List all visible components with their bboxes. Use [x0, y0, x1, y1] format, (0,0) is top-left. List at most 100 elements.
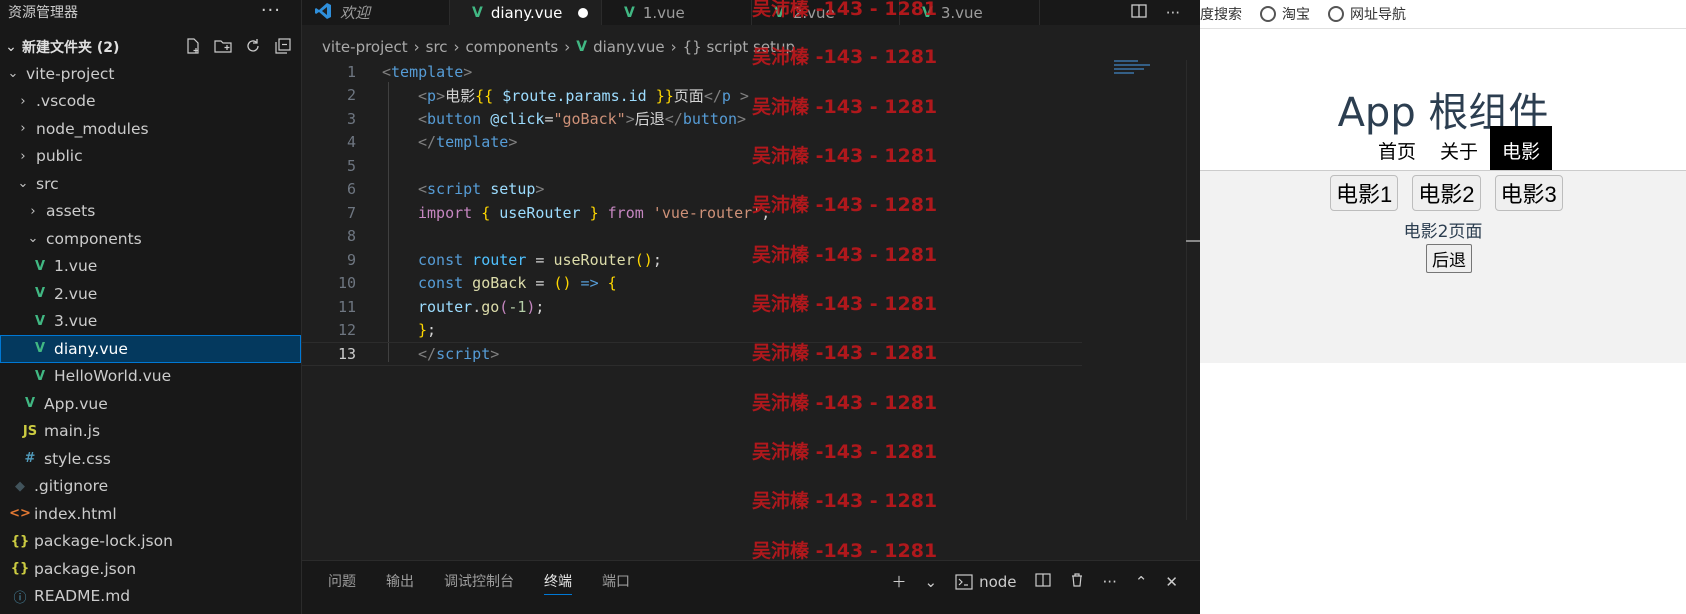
split-terminal-icon[interactable]	[1034, 572, 1051, 592]
tree-item-readme[interactable]: ⓘ README.md	[0, 583, 301, 611]
terminal-selector[interactable]: node	[955, 573, 1017, 591]
code-line: 11 router.go(-1);	[302, 295, 1082, 319]
code-line: 1 <template>	[302, 60, 1082, 84]
editor-scrollbar[interactable]	[1186, 60, 1200, 520]
vue-file-icon: V	[922, 4, 933, 21]
tab-3-vue[interactable]: V 3.vue	[900, 0, 1040, 25]
vue-file-icon: V	[34, 286, 46, 302]
tree-item-diany-vue[interactable]: V diany.vue	[0, 335, 301, 363]
breadcrumb-components[interactable]: components	[466, 38, 559, 56]
tree-item-assets[interactable]: › assets	[0, 198, 301, 226]
tree-item-public[interactable]: › public	[0, 143, 301, 171]
chevron-down-icon[interactable]: ⌄	[925, 573, 938, 591]
panel-tab-terminal[interactable]: 终端	[544, 571, 572, 595]
movie-2-button[interactable]: 电影2	[1412, 175, 1481, 211]
breadcrumb-file[interactable]: diany.vue	[593, 38, 665, 56]
close-icon[interactable]: ✕	[1165, 573, 1178, 591]
tree-item-package-json[interactable]: {} package.json	[0, 555, 301, 583]
bookmark-nav[interactable]: 网址导航	[1328, 4, 1406, 24]
more-actions-icon[interactable]: ···	[1103, 573, 1117, 591]
panel-tab-debug-console[interactable]: 调试控制台	[444, 571, 514, 595]
breadcrumb-project[interactable]: vite-project	[322, 38, 408, 56]
explorer-title: 资源管理器	[8, 5, 78, 21]
code-text: </script>	[418, 344, 500, 363]
movie-1-button[interactable]: 电影1	[1330, 175, 1399, 211]
tree-item-components[interactable]: ⌄ components	[0, 225, 301, 253]
tree-item-gitignore[interactable]: ◆ .gitignore	[0, 473, 301, 501]
tree-item-label: 2.vue	[54, 284, 98, 303]
unsaved-dot-icon[interactable]	[578, 7, 589, 18]
chevron-down-icon: ⌄	[7, 66, 19, 82]
code-editor[interactable]: 1 <template> 2 <p>电影{{ $route.params.id …	[302, 60, 1082, 370]
tree-item-index-html[interactable]: <> index.html	[0, 500, 301, 528]
code-line: 5	[302, 154, 1082, 178]
bookmarks-bar: 度搜索 淘宝 网址导航	[1200, 0, 1686, 29]
tree-item-3-vue[interactable]: V 3.vue	[0, 308, 301, 336]
panel-tab-output[interactable]: 输出	[386, 571, 414, 595]
tree-item-label: node_modules	[36, 119, 149, 138]
code-text: <p>电影{{ $route.params.id }}页面</p >	[418, 86, 749, 105]
movie-3-button[interactable]: 电影3	[1494, 175, 1563, 211]
code-text: </template>	[418, 133, 518, 152]
panel-tab-ports[interactable]: 端口	[602, 571, 630, 595]
tree-item-vscode[interactable]: › .vscode	[0, 88, 301, 116]
vue-file-icon: V	[624, 4, 635, 21]
tree-item-package-lock-json[interactable]: {} package-lock.json	[0, 528, 301, 556]
minimap[interactable]	[1114, 58, 1158, 88]
code-text: };	[418, 321, 437, 340]
json-file-icon: {}	[10, 561, 30, 577]
vue-file-icon: V	[34, 258, 46, 274]
chevron-down-icon: ⌄	[5, 39, 17, 55]
new-file-icon[interactable]	[183, 36, 203, 56]
workspace-folder[interactable]: ⌄ 新建文件夹 (2)	[0, 34, 301, 60]
code-text: import { useRouter } from 'vue-router';	[418, 203, 771, 222]
tree-item-src[interactable]: ⌄ src	[0, 170, 301, 198]
tree-item-vite-project[interactable]: ⌄ vite-project	[0, 60, 301, 88]
panel-tabs: 问题 输出 调试控制台 终端 端口	[328, 571, 630, 595]
back-button[interactable]: 后退	[1426, 244, 1472, 273]
more-actions-icon[interactable]: ···	[1166, 4, 1180, 22]
code-line: 7 import { useRouter } from 'vue-router'…	[302, 201, 1082, 225]
bottom-panel: 问题 输出 调试控制台 终端 端口 ＋ ⌄ node ··· ⌃ ✕	[302, 560, 1200, 614]
panel-tab-problems[interactable]: 问题	[328, 571, 356, 595]
js-file-icon: JS	[22, 423, 38, 439]
tree-item-node-modules[interactable]: › node_modules	[0, 115, 301, 143]
maximize-panel-icon[interactable]: ⌃	[1135, 573, 1148, 591]
tree-item-1-vue[interactable]: V 1.vue	[0, 253, 301, 281]
explorer-sidebar: 资源管理器 ··· ⌄ 新建文件夹 (2) ⌄ vite-project › .…	[0, 0, 302, 614]
tree-item-style-css[interactable]: # style.css	[0, 445, 301, 473]
tab-welcome[interactable]: 欢迎	[302, 0, 450, 25]
tree-item-label: 1.vue	[54, 257, 98, 276]
chevron-down-icon: ⌄	[17, 176, 29, 192]
breadcrumb-symbol[interactable]: {} script setup	[683, 38, 795, 56]
new-folder-icon[interactable]	[213, 36, 233, 56]
tree-item-helloworld-vue[interactable]: V HelloWorld.vue	[0, 363, 301, 391]
terminal-icon	[955, 573, 973, 590]
bookmark-baidu[interactable]: 度搜索	[1200, 4, 1242, 24]
movie-page-text: 电影2页面	[1403, 222, 1483, 242]
tree-item-2-vue[interactable]: V 2.vue	[0, 280, 301, 308]
new-terminal-icon[interactable]: ＋	[892, 571, 907, 592]
collapse-all-icon[interactable]	[273, 36, 293, 56]
line-number: 7	[346, 203, 356, 222]
tree-item-app-vue[interactable]: V App.vue	[0, 390, 301, 418]
html-file-icon: <>	[9, 506, 31, 522]
tree-item-label: vite-project	[26, 64, 115, 83]
trash-icon[interactable]	[1069, 572, 1085, 592]
bookmark-taobao[interactable]: 淘宝	[1260, 4, 1310, 24]
line-number: 1	[346, 62, 356, 81]
tab-2-vue[interactable]: V 2.vue	[752, 0, 900, 25]
tab-1-vue[interactable]: V 1.vue	[602, 0, 752, 25]
tree-item-main-js[interactable]: JS main.js	[0, 418, 301, 446]
file-tree: ⌄ vite-project › .vscode › node_modules …	[0, 60, 301, 610]
breadcrumb-src[interactable]: src	[426, 38, 448, 56]
movie-buttons: 电影1 电影2 电影3	[1330, 175, 1563, 211]
more-actions-icon[interactable]: ···	[261, 0, 281, 21]
tab-label: diany.vue	[490, 3, 563, 22]
split-editor-icon[interactable]	[1130, 2, 1148, 24]
vue-file-icon: V	[576, 39, 588, 55]
editor-area: 欢迎 V diany.vue V 1.vue V 2.vue V 3.vue ·…	[302, 0, 1200, 614]
refresh-icon[interactable]	[243, 36, 263, 56]
chevron-right-icon: ›	[20, 121, 26, 137]
tab-diany[interactable]: V diany.vue	[450, 0, 602, 25]
